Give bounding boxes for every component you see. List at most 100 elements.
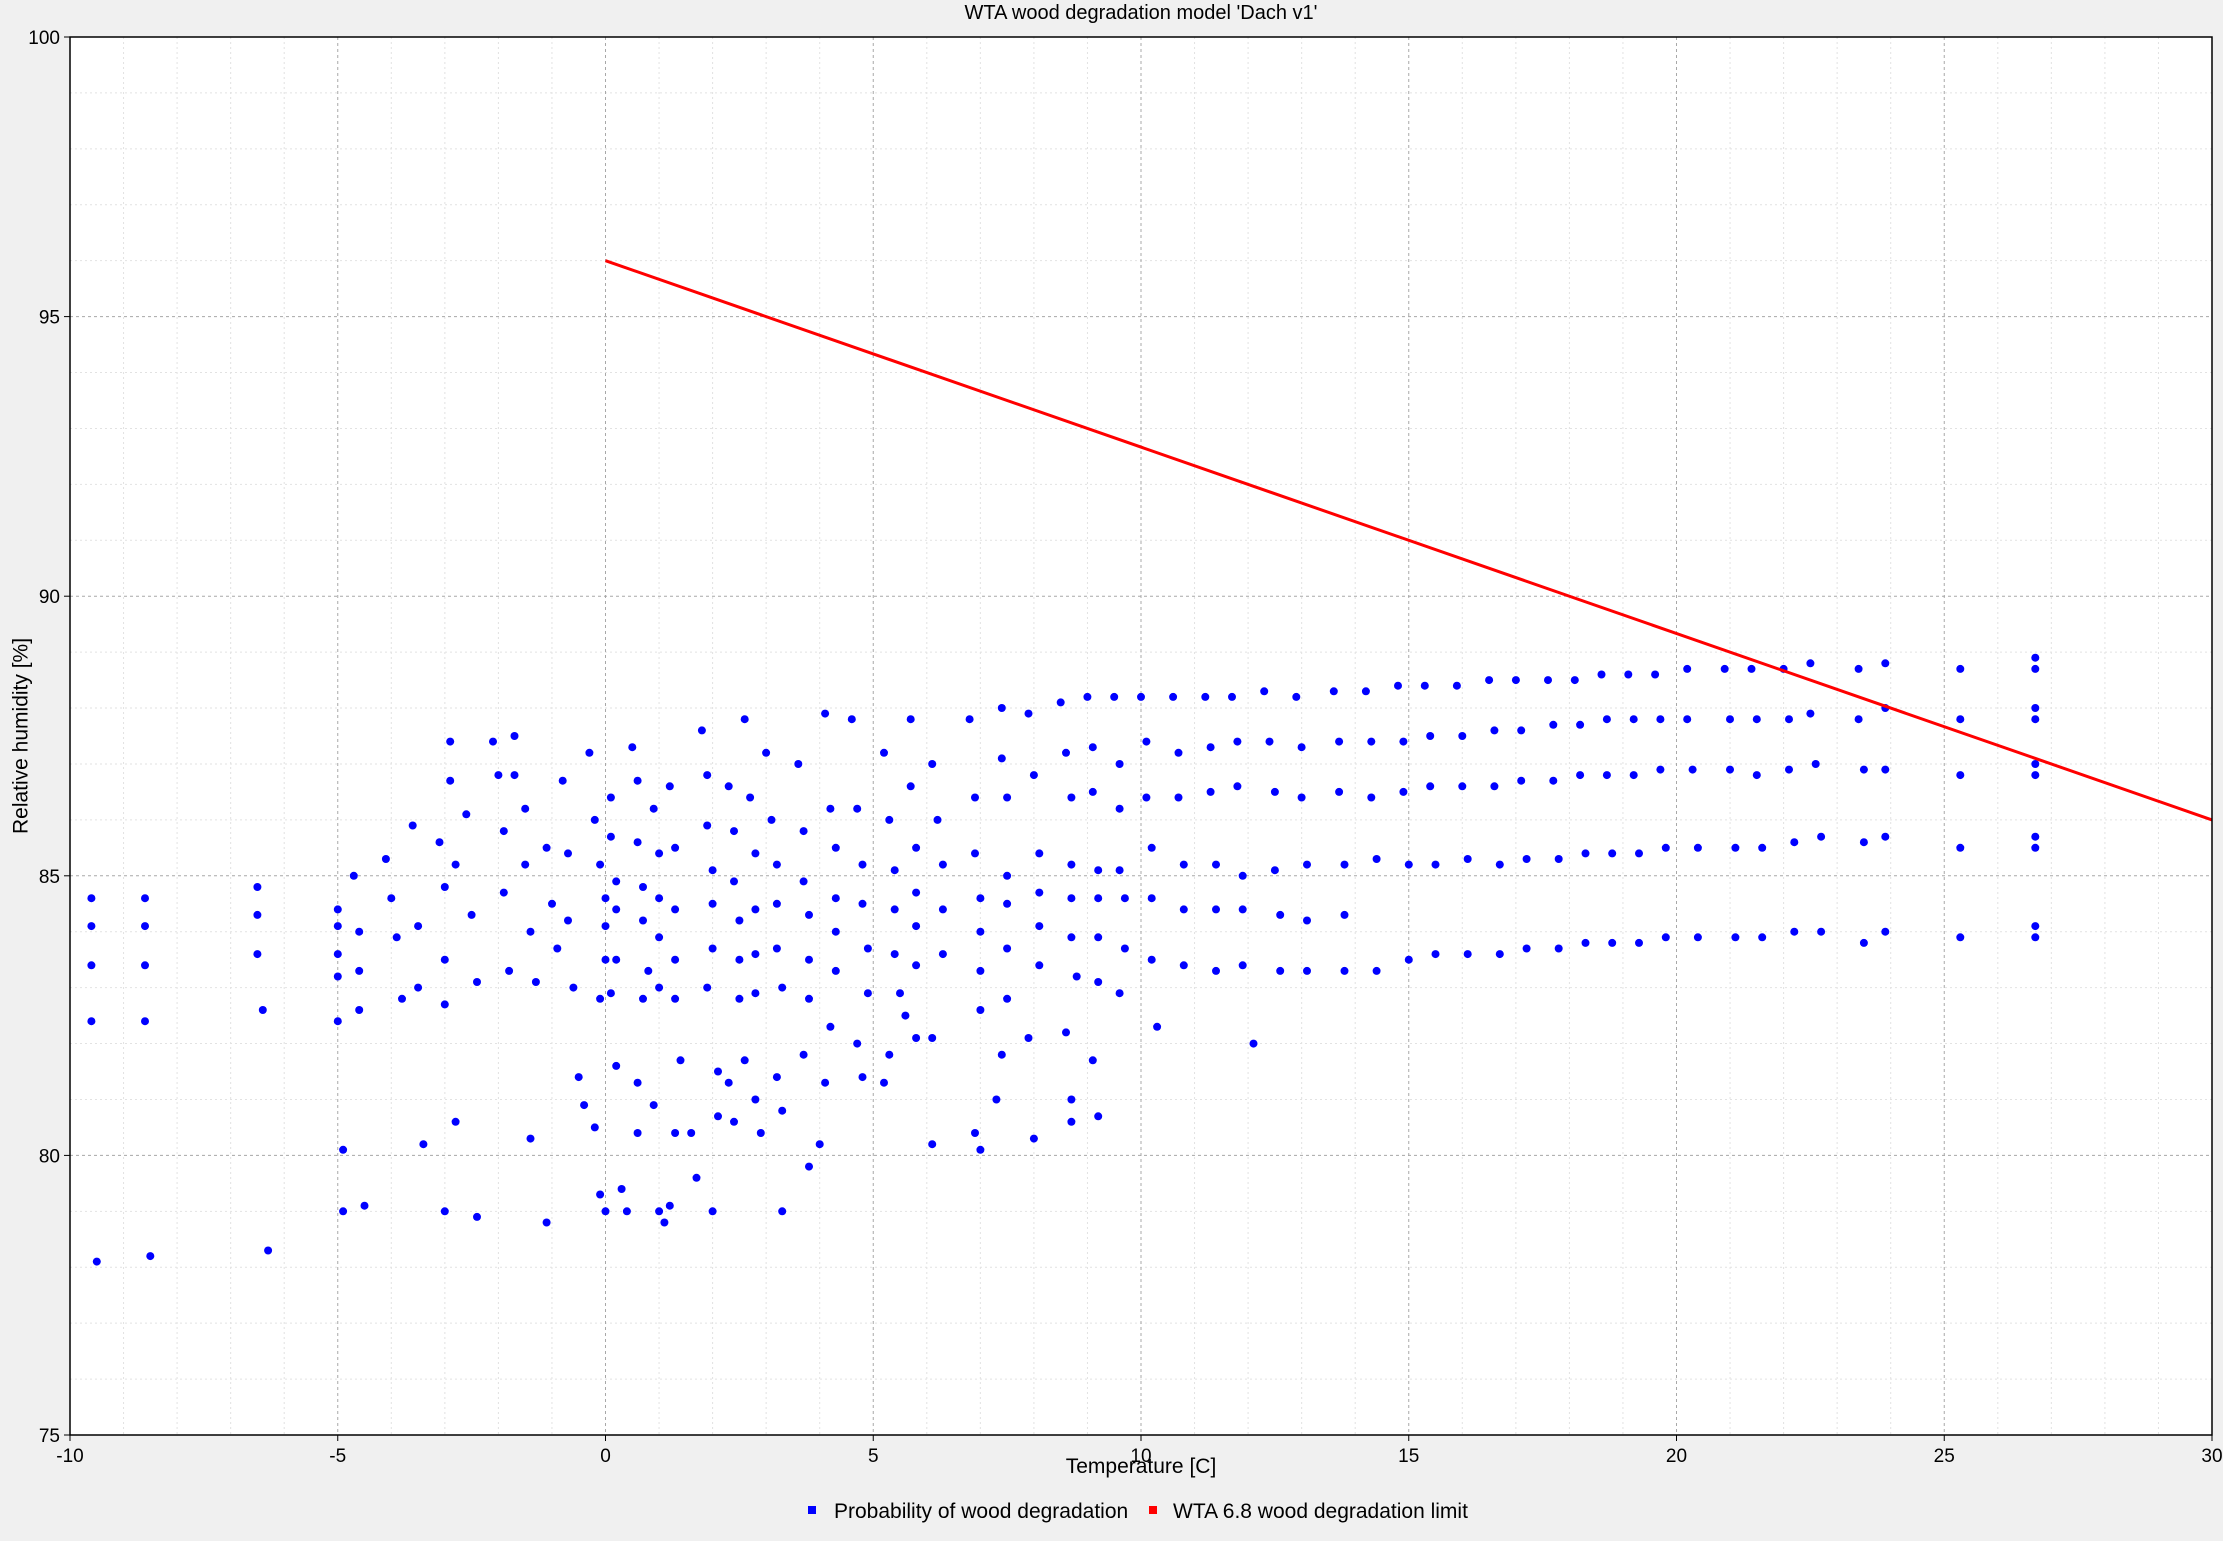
data-point: [1522, 944, 1531, 953]
data-point: [141, 1017, 149, 1026]
y-axis-label: Relative humidity [%]: [10, 638, 33, 834]
data-point: [885, 815, 894, 824]
data-point: [1094, 866, 1103, 875]
data-point: [826, 1022, 835, 1031]
data-point: [655, 849, 664, 858]
data-point: [751, 1095, 760, 1104]
data-point: [799, 827, 808, 836]
x-tick-label: -5: [329, 1446, 346, 1467]
data-point: [1549, 720, 1558, 729]
data-point: [1854, 664, 1863, 673]
chart-title: WTA wood degradation model 'Dach v1': [964, 2, 1317, 24]
data-point: [1110, 692, 1119, 701]
data-point: [708, 866, 717, 875]
data-point: [703, 771, 712, 780]
data-point: [1276, 910, 1285, 919]
data-point: [1956, 771, 1965, 780]
data-point: [826, 804, 835, 813]
data-point: [1431, 950, 1440, 959]
data-point: [1404, 955, 1413, 964]
data-point: [446, 737, 455, 746]
data-point: [1956, 715, 1965, 724]
data-point: [1238, 871, 1247, 880]
data-point: [671, 1129, 680, 1137]
data-point: [1094, 933, 1103, 942]
data-point: [414, 983, 423, 992]
data-point: [1067, 793, 1076, 802]
data-point: [360, 1201, 369, 1210]
data-point: [1517, 776, 1526, 785]
data-point: [831, 843, 840, 852]
data-point: [772, 860, 781, 869]
data-point: [772, 899, 781, 908]
data-point: [778, 1207, 787, 1216]
data-point: [1399, 787, 1408, 796]
data-point: [253, 910, 262, 919]
data-point: [1115, 989, 1124, 998]
data-point: [398, 994, 406, 1003]
data-point: [896, 989, 904, 998]
data-point: [1452, 681, 1461, 690]
data-point: [1335, 737, 1344, 746]
data-point: [1859, 838, 1868, 847]
y-tick-label: 75: [39, 1426, 60, 1447]
legend-swatch-degradation-probability: [808, 1506, 816, 1514]
data-point: [601, 922, 610, 931]
data-point: [1854, 715, 1863, 724]
data-point: [264, 1246, 273, 1255]
data-point: [92, 1257, 101, 1266]
data-point: [976, 927, 985, 936]
data-point: [933, 815, 942, 824]
data-point: [890, 905, 899, 914]
data-point: [1094, 894, 1103, 903]
data-point: [526, 927, 535, 936]
data-point: [912, 922, 921, 931]
data-point: [601, 894, 610, 903]
data-point: [724, 782, 733, 791]
data-point: [1067, 1117, 1076, 1126]
data-point: [1115, 804, 1124, 813]
data-point: [87, 1017, 96, 1026]
data-point: [1228, 692, 1236, 701]
data-point: [1859, 765, 1868, 774]
data-point: [87, 961, 96, 970]
data-point: [708, 1207, 717, 1216]
data-point: [1458, 782, 1467, 791]
data-point: [1811, 760, 1820, 768]
data-point: [1956, 843, 1965, 852]
x-tick-label: 5: [868, 1446, 879, 1467]
data-point: [906, 782, 915, 791]
data-point: [756, 1129, 765, 1137]
data-point: [1752, 771, 1761, 780]
data-point: [489, 737, 497, 746]
data-point: [1120, 894, 1129, 903]
data-point: [1624, 670, 1633, 679]
data-point: [1817, 832, 1826, 841]
data-point: [660, 1218, 669, 1227]
data-point: [1029, 1134, 1038, 1143]
data-point: [971, 1129, 979, 1137]
data-point: [1881, 765, 1890, 774]
data-point: [87, 922, 96, 931]
data-point: [146, 1252, 155, 1261]
data-point: [762, 748, 771, 757]
data-point: [628, 743, 637, 752]
data-point: [510, 732, 519, 740]
data-point: [633, 1129, 642, 1137]
data-point: [1576, 720, 1585, 729]
data-point: [976, 1006, 985, 1014]
data-point: [1201, 692, 1210, 701]
data-point: [1597, 670, 1606, 679]
data-point: [1340, 910, 1349, 919]
data-point: [633, 1078, 642, 1087]
data-point: [912, 888, 921, 897]
data-point: [1693, 933, 1702, 942]
data-point: [805, 994, 813, 1003]
data-point: [805, 1162, 813, 1171]
data-point: [1661, 843, 1670, 852]
data-point: [601, 1207, 610, 1216]
data-point: [419, 1140, 428, 1149]
data-point: [639, 994, 647, 1003]
data-point: [1335, 787, 1344, 796]
data-point: [708, 899, 717, 908]
